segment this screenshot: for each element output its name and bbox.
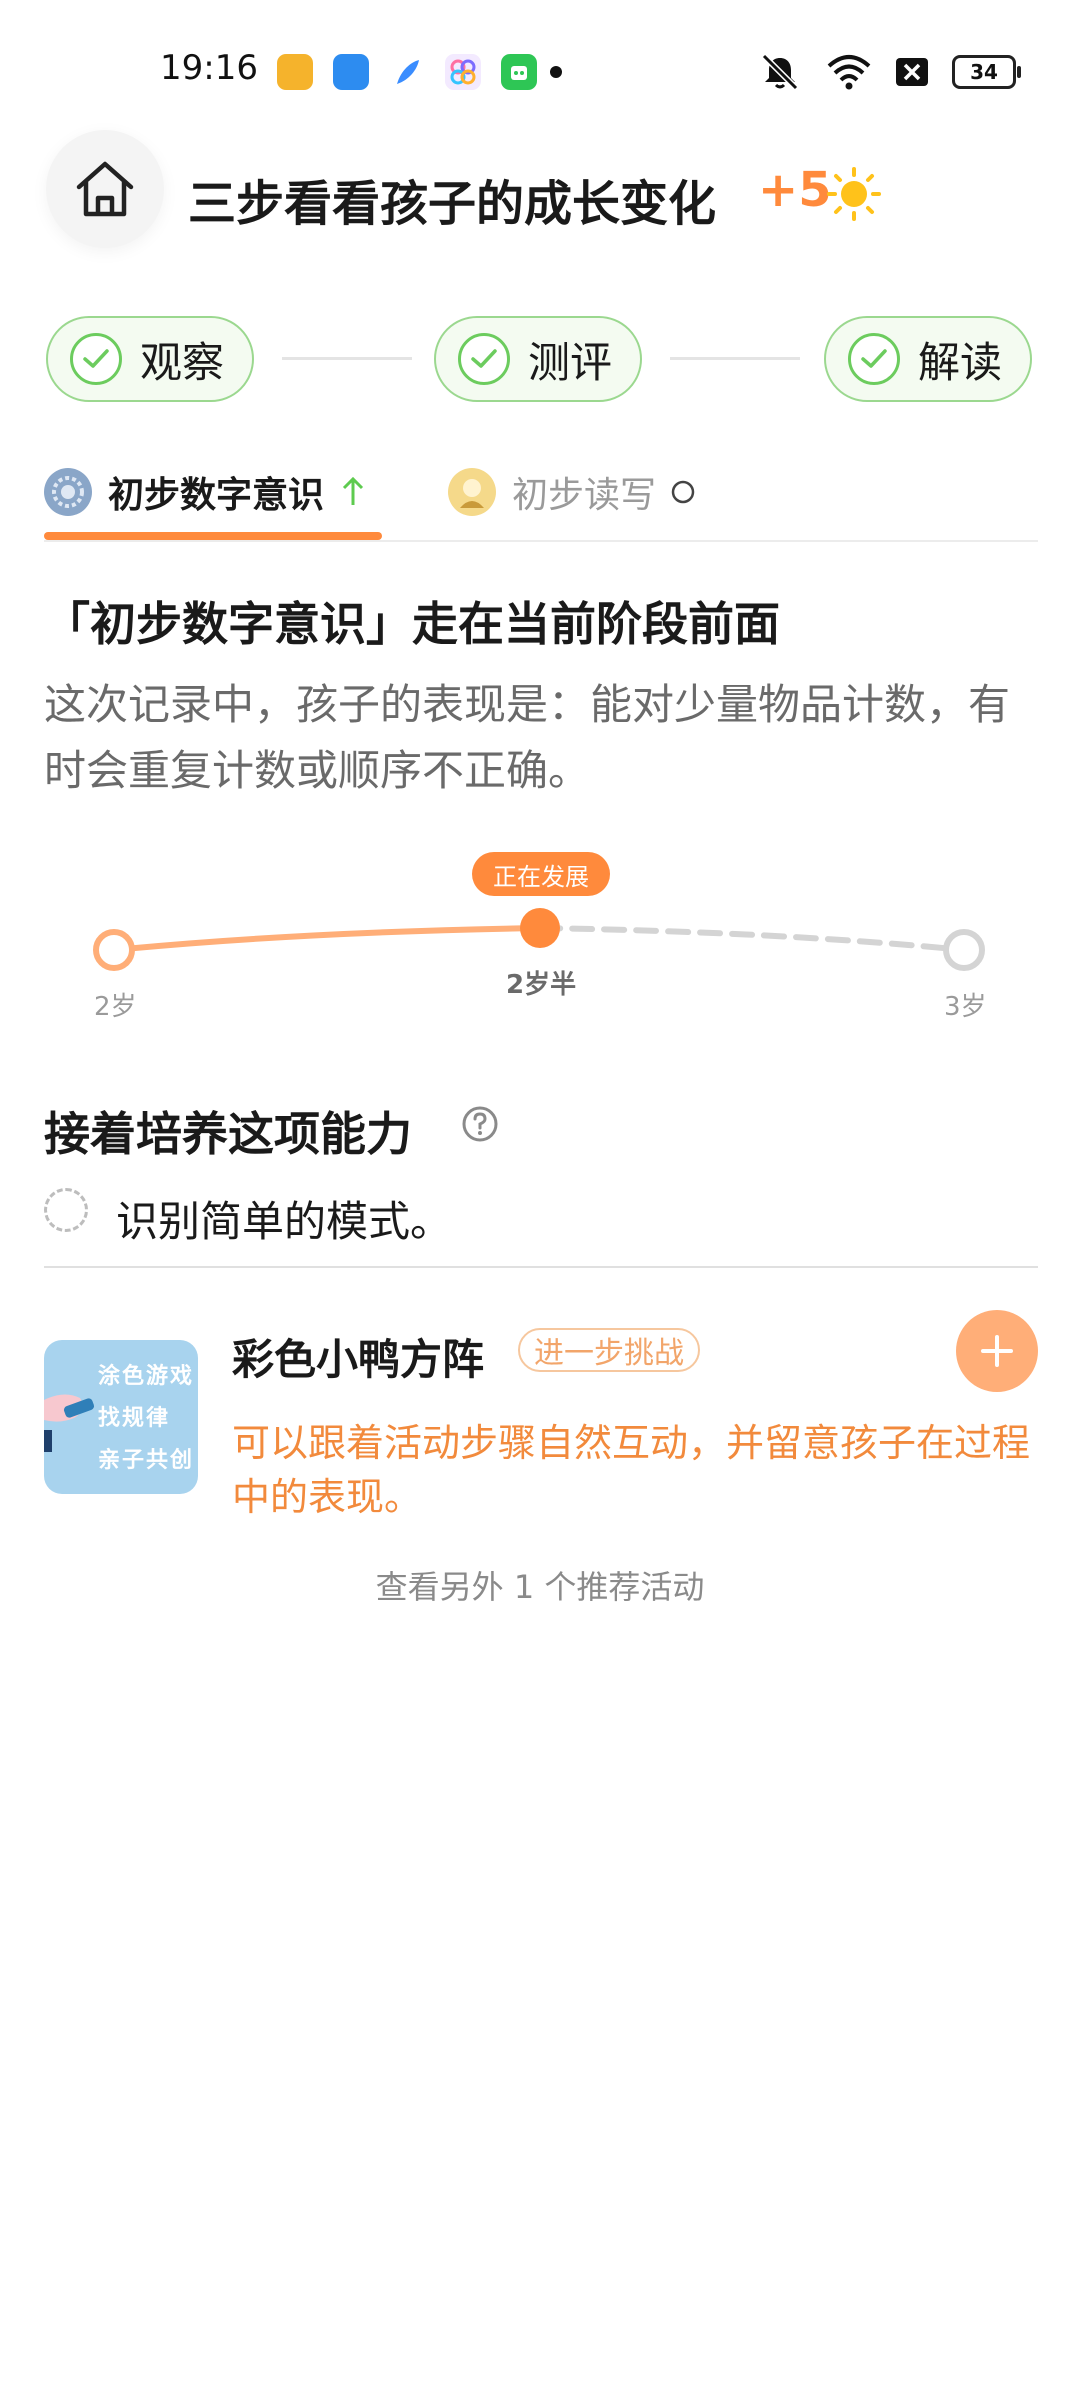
battery-level: 34 bbox=[970, 60, 998, 84]
tab-label: 初步数字意识 bbox=[108, 475, 325, 516]
check-icon bbox=[458, 333, 510, 385]
task-checkbox[interactable] bbox=[44, 1188, 88, 1232]
status-time: 19:16 bbox=[160, 48, 258, 88]
tab-number-sense[interactable]: 初步数字意识 bbox=[44, 466, 368, 518]
next-section-title: 接着培养这项能力 bbox=[44, 1107, 412, 1161]
summary-title: 「初步数字意识」走在当前阶段前面 bbox=[44, 597, 780, 651]
battery-indicator: 34 bbox=[952, 55, 1021, 89]
more-activities-link[interactable]: 查看另外 1 个推荐活动 bbox=[0, 1562, 1080, 1608]
task-text: 识别简单的模式。 bbox=[116, 1197, 453, 1246]
hand-crayon-icon bbox=[44, 1394, 95, 1452]
activity-name[interactable]: 彩色小鸭方阵 bbox=[232, 1326, 484, 1387]
check-icon bbox=[848, 333, 900, 385]
help-icon[interactable] bbox=[460, 1104, 500, 1144]
age-end-label: 3岁 bbox=[944, 992, 987, 1022]
summary-description: 这次记录中，孩子的表现是：能对少量物品计数，有时会重复计数或顺序不正确。 bbox=[44, 680, 1011, 795]
step-label: 测评 bbox=[528, 337, 613, 387]
screen: 19:16 34 三步看看孩子的成长变化 +5 观察 测评 解读 初步数字意识 … bbox=[0, 0, 1080, 2400]
tab-label: 初步读写 bbox=[512, 475, 657, 516]
activity-thumbnail[interactable]: 涂色游戏 找规律 亲子共创 bbox=[44, 1340, 198, 1494]
notification-dot bbox=[550, 66, 562, 78]
home-button[interactable] bbox=[46, 130, 164, 248]
check-icon bbox=[70, 333, 122, 385]
tab-literacy[interactable]: 初步读写 bbox=[448, 466, 698, 518]
character-avatar-icon bbox=[448, 468, 496, 516]
step-label: 观察 bbox=[140, 337, 225, 387]
completed-track bbox=[111, 925, 543, 953]
game-app-icon bbox=[501, 54, 537, 90]
plus-icon bbox=[981, 1335, 1013, 1367]
book-app-icon bbox=[277, 54, 313, 90]
step-connector bbox=[670, 357, 800, 360]
end-node bbox=[943, 929, 985, 971]
thumbnail-text: 找规律 bbox=[98, 1406, 171, 1431]
remaining-track bbox=[537, 925, 967, 953]
tab-divider bbox=[44, 540, 1038, 542]
step-assess[interactable]: 测评 bbox=[434, 316, 642, 402]
wifi-icon bbox=[827, 55, 871, 90]
add-activity-button[interactable] bbox=[956, 1310, 1038, 1392]
status-app-icons bbox=[277, 54, 537, 90]
sun-icon bbox=[827, 167, 881, 221]
feather-app-icon bbox=[389, 54, 425, 90]
flower-app-icon bbox=[445, 54, 481, 90]
thumbnail-text: 亲子共创 bbox=[98, 1448, 195, 1473]
home-icon bbox=[76, 161, 134, 217]
window-app-icon bbox=[333, 54, 369, 90]
activity-description: 可以跟着活动步骤自然互动，并留意孩子在过程中的表现。 bbox=[232, 1421, 1031, 1519]
step-observe[interactable]: 观察 bbox=[46, 316, 254, 402]
page-title: 三步看看孩子的成长变化 bbox=[188, 176, 717, 232]
status-badge: 正在发展 bbox=[472, 852, 610, 896]
step-connector bbox=[282, 357, 412, 360]
age-current-label: 2岁半 bbox=[506, 970, 577, 1000]
gear-avatar-icon bbox=[44, 468, 92, 516]
mute-icon bbox=[761, 53, 799, 91]
age-start-label: 2岁 bbox=[94, 992, 137, 1022]
start-node bbox=[93, 929, 135, 971]
active-tab-indicator bbox=[44, 532, 382, 540]
circle-status-icon bbox=[671, 480, 695, 504]
step-label: 解读 bbox=[918, 337, 1003, 387]
thumbnail-text: 涂色游戏 bbox=[98, 1364, 195, 1389]
activity-tag: 进一步挑战 bbox=[518, 1328, 700, 1372]
step-interpret[interactable]: 解读 bbox=[824, 316, 1032, 402]
current-node bbox=[520, 908, 560, 948]
sim-off-icon bbox=[896, 58, 928, 86]
status-right: 34 bbox=[756, 52, 1021, 92]
arrow-up-icon bbox=[342, 476, 364, 505]
section-divider bbox=[44, 1266, 1038, 1268]
points-reward: +5 bbox=[758, 162, 832, 218]
